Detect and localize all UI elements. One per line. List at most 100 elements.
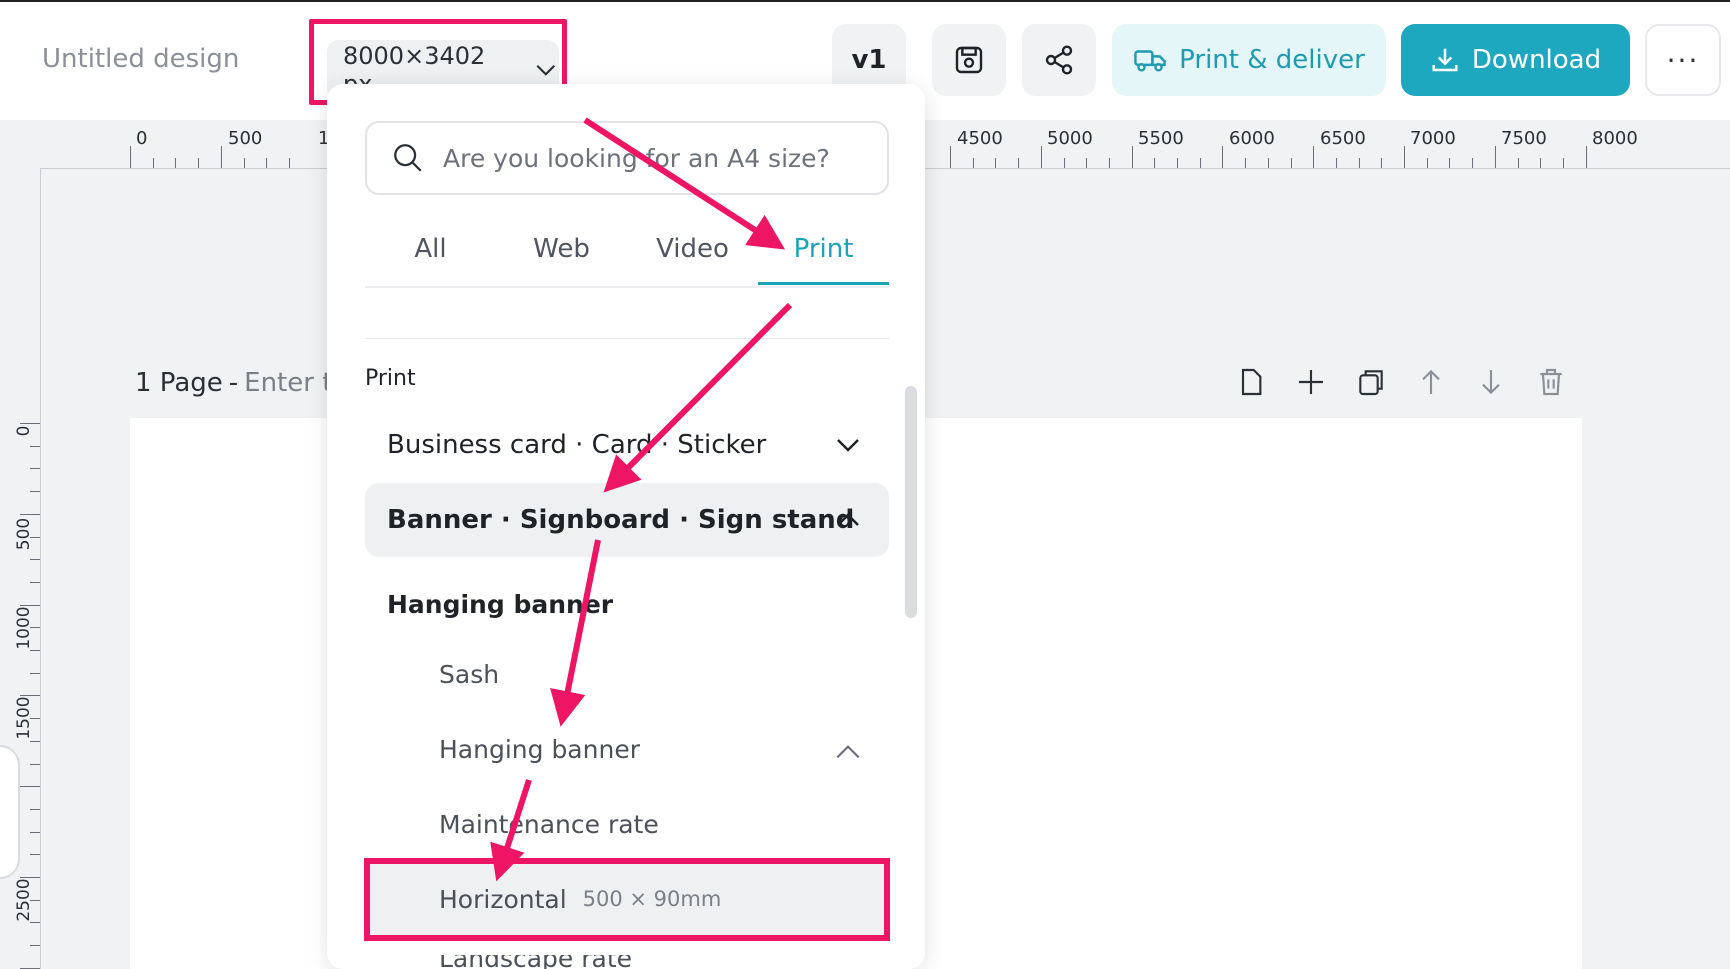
tab-print[interactable]: Print [758, 234, 889, 264]
move-down-icon[interactable] [1475, 366, 1507, 398]
add-page-icon[interactable] [1295, 366, 1327, 398]
page-toolbar [1235, 366, 1567, 398]
chevron-down-icon [837, 439, 859, 452]
ruler-tick [950, 146, 951, 168]
ruler-tick [1290, 158, 1292, 168]
size-category-tabs: All Web Video Print [365, 226, 889, 288]
ruler-tick [20, 423, 40, 424]
ruler-tick [30, 627, 40, 629]
ruler-label: 5500 [1138, 128, 1184, 149]
search-icon [394, 144, 422, 172]
ruler-tick [1381, 158, 1383, 168]
size-search-input[interactable] [441, 142, 865, 174]
ruler-tick [1404, 146, 1405, 168]
ruler-tick [198, 158, 200, 168]
panel-divider [365, 338, 889, 339]
side-panel-handle[interactable] [0, 745, 20, 879]
ruler-tick [20, 786, 40, 788]
ruler-tick [30, 581, 40, 583]
ruler-tick [1540, 158, 1542, 168]
ruler-tick [30, 672, 40, 674]
ruler-label: 6000 [1229, 128, 1275, 149]
ruler-tick [220, 146, 222, 168]
ruler-tick [30, 740, 40, 742]
ruler-tick [1449, 158, 1451, 168]
category-label: Business card · Card · Sticker [387, 430, 767, 460]
ruler-tick [1040, 146, 1042, 168]
ruler-tick [152, 158, 154, 168]
ruler-tick [1131, 146, 1133, 168]
ruler-label: 5000 [1047, 128, 1093, 149]
ruler-tick [243, 158, 245, 168]
page-title-placeholder: Enter ti [244, 368, 340, 398]
download-label: Download [1471, 45, 1602, 75]
horizontal-option-highlight-box [364, 858, 890, 941]
ruler-tick [1313, 146, 1315, 168]
ruler-tick [130, 146, 131, 168]
tab-all[interactable]: All [365, 234, 496, 264]
tab-video[interactable]: Video [627, 234, 758, 264]
ruler-tick [1222, 146, 1224, 168]
panel-scrollbar[interactable] [905, 386, 917, 618]
ruler-tick [1517, 158, 1519, 168]
ruler-tick [30, 763, 40, 765]
delete-page-icon[interactable] [1535, 366, 1567, 398]
ruler-tick [288, 158, 290, 168]
ruler-tick [20, 877, 40, 878]
ruler-tick [30, 559, 40, 561]
ruler-tick [30, 491, 40, 493]
category-business-card[interactable]: Business card · Card · Sticker [365, 408, 889, 482]
ruler-label: 7500 [1501, 128, 1547, 149]
page-title[interactable]: 1 Page - Enter ti [135, 368, 340, 398]
ruler-tick [266, 158, 268, 168]
share-icon [1045, 45, 1073, 75]
ruler-tick [1199, 158, 1201, 168]
category-label: Banner · Signboard · Sign stand [387, 505, 855, 535]
ruler-label: 0 [14, 425, 34, 437]
more-options-button[interactable]: ··· [1645, 24, 1721, 96]
ruler-tick [30, 650, 40, 651]
subgroup-hanging-banner: Hanging banner [387, 590, 614, 619]
chevron-up-icon[interactable] [832, 736, 864, 768]
ruler-tick [30, 922, 40, 924]
ruler-tick [1494, 146, 1496, 168]
save-icon [955, 46, 983, 74]
size-search-box[interactable] [365, 121, 889, 195]
download-icon [1432, 48, 1458, 72]
ruler-tick [1267, 158, 1269, 168]
ruler-tick [30, 808, 40, 810]
truck-icon [1134, 50, 1166, 72]
share-button[interactable] [1022, 24, 1096, 96]
ruler-tick [20, 695, 40, 697]
ruler-label: 0 [136, 128, 148, 149]
ruler-tick [1585, 146, 1587, 168]
chevron-up-icon [837, 513, 859, 526]
move-up-icon[interactable] [1415, 366, 1447, 398]
ruler-tick [175, 158, 177, 168]
size-option-sash[interactable]: Sash [439, 660, 499, 689]
size-option-maintenance-rate[interactable]: Maintenance rate [439, 810, 659, 839]
page-title-separator: - [228, 368, 239, 398]
print-deliver-button[interactable]: Print & deliver [1112, 24, 1386, 96]
size-option-landscape-rate[interactable]: Landscape rate [439, 955, 632, 969]
ruler-tick [30, 831, 40, 833]
save-button[interactable] [932, 24, 1006, 96]
ruler-label: 4500 [957, 128, 1003, 149]
size-option-hanging-banner[interactable]: Hanging banner [439, 735, 640, 764]
design-title[interactable]: Untitled design [42, 44, 239, 74]
ruler-tick [20, 604, 40, 606]
category-banner-signboard[interactable]: Banner · Signboard · Sign stand [365, 483, 889, 557]
duplicate-page-icon[interactable] [1355, 366, 1387, 398]
tab-web[interactable]: Web [496, 234, 627, 264]
ruler-tick [30, 854, 40, 856]
ruler-label: 7000 [1410, 128, 1456, 149]
ruler-label: 6500 [1320, 128, 1366, 149]
active-tab-indicator [758, 282, 889, 285]
new-page-icon[interactable] [1235, 366, 1267, 398]
ruler-tick [1562, 158, 1564, 168]
download-button[interactable]: Download [1401, 24, 1630, 96]
ruler-tick [995, 158, 997, 168]
ruler-tick [1086, 158, 1088, 168]
ruler-tick [30, 536, 40, 538]
ruler-tick [1154, 158, 1156, 168]
